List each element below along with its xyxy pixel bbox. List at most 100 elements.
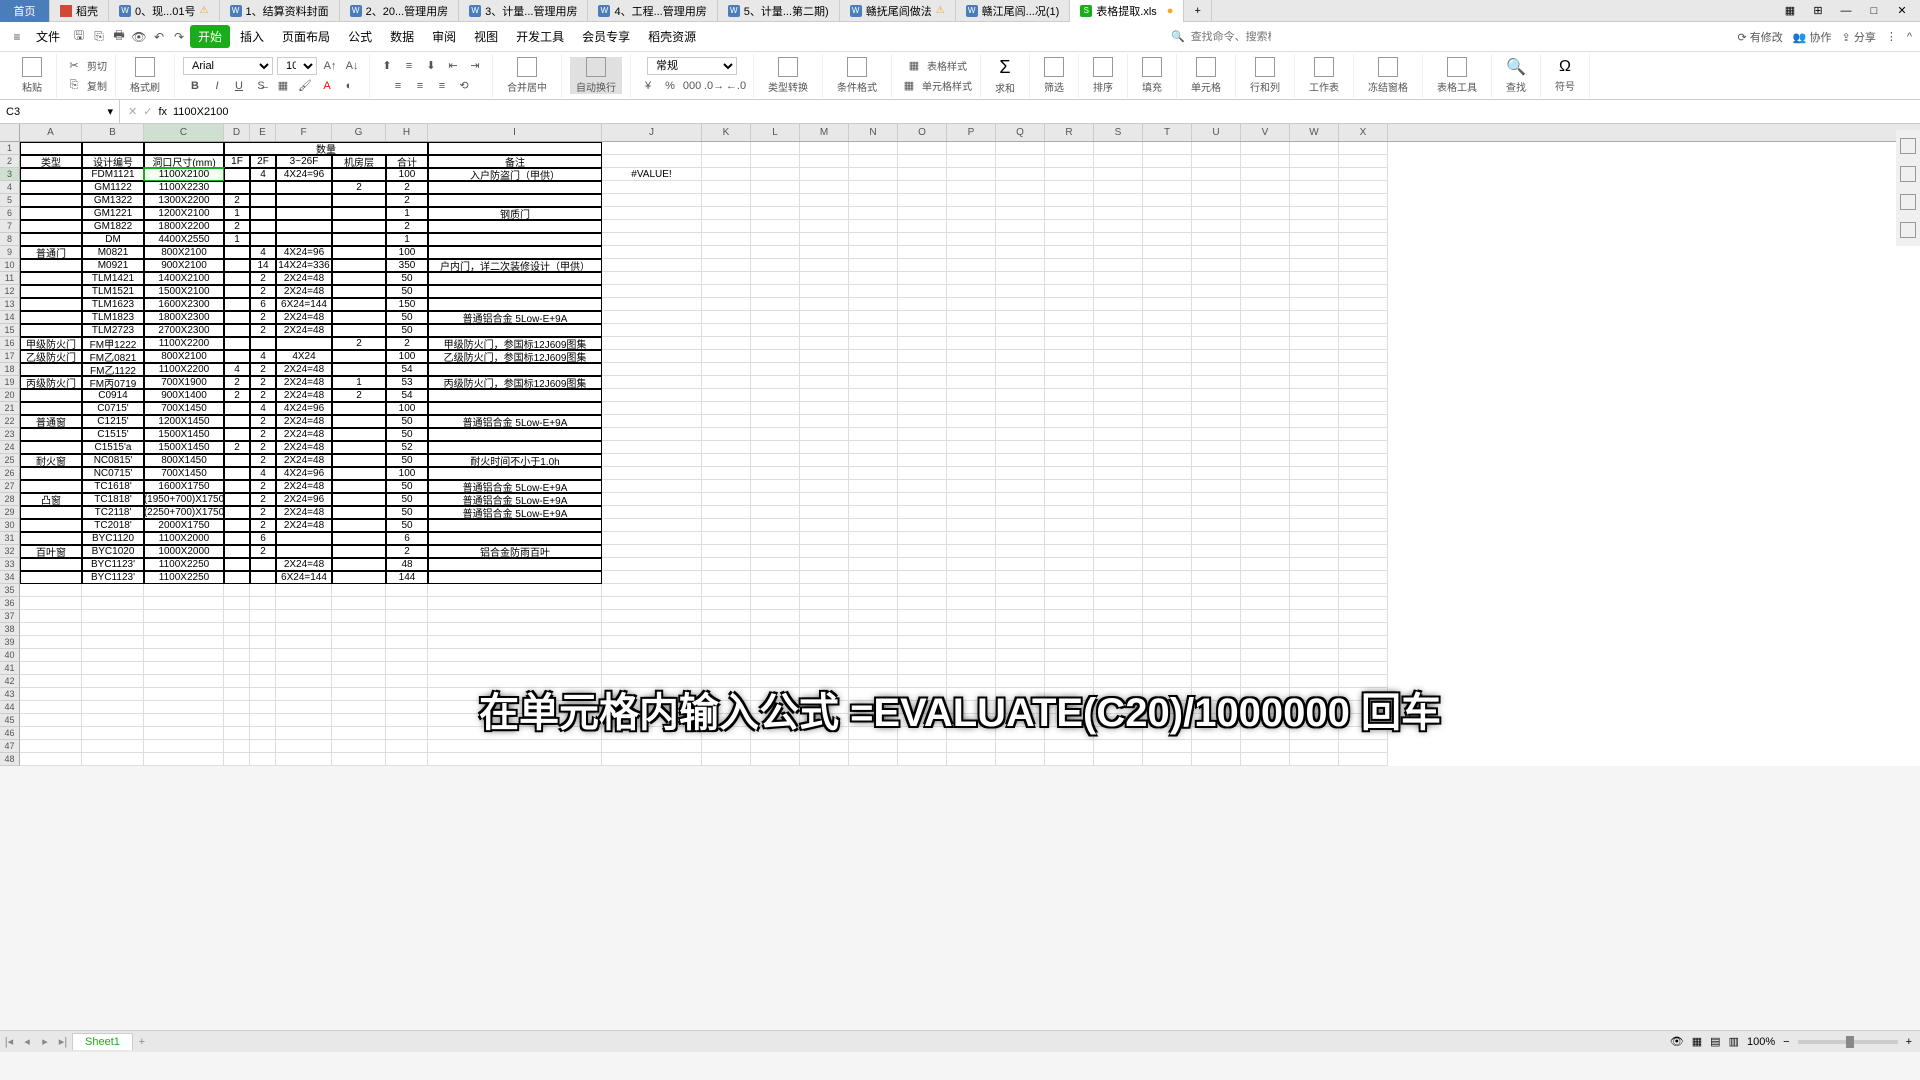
cell[interactable]: C1515'a: [82, 441, 144, 454]
cell[interactable]: [1241, 233, 1290, 246]
cell[interactable]: [276, 753, 332, 766]
cell[interactable]: 2: [386, 220, 428, 233]
cell[interactable]: C1515': [82, 428, 144, 441]
cell[interactable]: [250, 181, 276, 194]
cell[interactable]: 户内门，详二次装修设计（甲供）: [428, 259, 602, 272]
cell[interactable]: FM丙0719: [82, 376, 144, 389]
cell[interactable]: [276, 181, 332, 194]
strike-icon[interactable]: S̶: [252, 77, 270, 95]
cell[interactable]: [947, 428, 996, 441]
cell[interactable]: [800, 493, 849, 506]
cell[interactable]: 50: [386, 480, 428, 493]
dec-dec-icon[interactable]: ←.0: [727, 77, 745, 95]
cell[interactable]: [1339, 558, 1388, 571]
cell[interactable]: [1045, 155, 1094, 168]
cell[interactable]: [602, 181, 702, 194]
cell[interactable]: [1094, 558, 1143, 571]
cell[interactable]: [1094, 441, 1143, 454]
cell[interactable]: [1094, 220, 1143, 233]
cell[interactable]: [1290, 337, 1339, 350]
coop-label[interactable]: 👥 协作: [1793, 29, 1832, 45]
cell[interactable]: [20, 285, 82, 298]
cell[interactable]: [1290, 649, 1339, 662]
cell[interactable]: [224, 545, 250, 558]
cell[interactable]: [898, 740, 947, 753]
cell[interactable]: [1094, 753, 1143, 766]
cell[interactable]: [702, 181, 751, 194]
align-bot-icon[interactable]: ⬇: [422, 57, 440, 75]
cell[interactable]: [800, 350, 849, 363]
cell[interactable]: [1143, 168, 1192, 181]
cell[interactable]: [1241, 480, 1290, 493]
cell[interactable]: [996, 376, 1045, 389]
cell[interactable]: [1290, 428, 1339, 441]
cell[interactable]: BYC1020: [82, 545, 144, 558]
col-header[interactable]: U: [1192, 124, 1241, 141]
cell[interactable]: [800, 272, 849, 285]
cell[interactable]: [20, 441, 82, 454]
cell[interactable]: [849, 454, 898, 467]
cell[interactable]: [82, 623, 144, 636]
cell[interactable]: [996, 493, 1045, 506]
cell[interactable]: TLM1823: [82, 311, 144, 324]
cell[interactable]: [1339, 298, 1388, 311]
col-header[interactable]: N: [849, 124, 898, 141]
cell[interactable]: [250, 623, 276, 636]
cell[interactable]: 2: [386, 337, 428, 350]
cell[interactable]: [898, 480, 947, 493]
cell[interactable]: [849, 168, 898, 181]
cell[interactable]: [20, 233, 82, 246]
cell[interactable]: [602, 155, 702, 168]
cell[interactable]: [947, 753, 996, 766]
cell[interactable]: 普通铝合金 5Low-E+9A: [428, 506, 602, 519]
cell[interactable]: [1290, 181, 1339, 194]
cell[interactable]: [849, 376, 898, 389]
cell[interactable]: [751, 389, 800, 402]
cell[interactable]: [996, 740, 1045, 753]
cell[interactable]: [1143, 272, 1192, 285]
cell[interactable]: [20, 194, 82, 207]
cell[interactable]: [947, 519, 996, 532]
save-icon[interactable]: 🖫: [70, 28, 88, 46]
cell[interactable]: [602, 402, 702, 415]
cell[interactable]: TC1618': [82, 480, 144, 493]
cell[interactable]: [224, 753, 250, 766]
cell[interactable]: [751, 350, 800, 363]
cell[interactable]: [1192, 311, 1241, 324]
cell[interactable]: [1339, 220, 1388, 233]
zoom-out[interactable]: −: [1783, 1036, 1789, 1048]
row-header[interactable]: 20: [0, 389, 20, 402]
cell[interactable]: [20, 168, 82, 181]
cell[interactable]: [602, 259, 702, 272]
cell[interactable]: [20, 571, 82, 584]
cell[interactable]: [276, 532, 332, 545]
cell[interactable]: [1045, 220, 1094, 233]
cell[interactable]: [428, 324, 602, 337]
cell[interactable]: [947, 272, 996, 285]
cell[interactable]: [428, 272, 602, 285]
cell[interactable]: 钢质门: [428, 207, 602, 220]
cell[interactable]: [702, 649, 751, 662]
cell[interactable]: 耐火窗: [20, 454, 82, 467]
cell[interactable]: [849, 155, 898, 168]
cell[interactable]: [602, 532, 702, 545]
zoom-in[interactable]: +: [1906, 1036, 1912, 1048]
cell[interactable]: [898, 246, 947, 259]
cell[interactable]: [947, 623, 996, 636]
cell[interactable]: [20, 662, 82, 675]
cell[interactable]: [898, 155, 947, 168]
cell[interactable]: [332, 246, 386, 259]
cell[interactable]: 1500X1450: [144, 428, 224, 441]
cell[interactable]: [428, 740, 602, 753]
cell[interactable]: FM甲1222: [82, 337, 144, 350]
cell[interactable]: [849, 272, 898, 285]
cell[interactable]: [428, 597, 602, 610]
cell[interactable]: [947, 454, 996, 467]
cell[interactable]: [947, 285, 996, 298]
cell[interactable]: [1339, 272, 1388, 285]
cell[interactable]: [702, 441, 751, 454]
cell[interactable]: [1192, 571, 1241, 584]
cell[interactable]: [428, 402, 602, 415]
cell[interactable]: [947, 493, 996, 506]
cell[interactable]: [1241, 181, 1290, 194]
